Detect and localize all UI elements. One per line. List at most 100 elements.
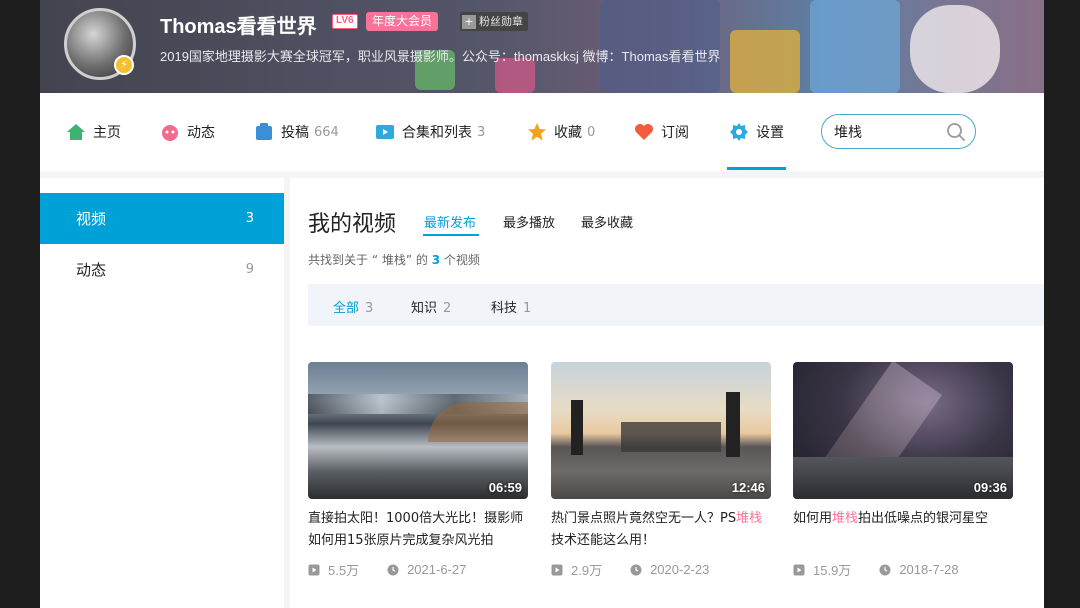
sidebar-item-video[interactable]: 视频 3: [40, 193, 284, 244]
tab-uploads[interactable]: 投稿 664: [254, 120, 339, 144]
lightning-icon: ⚡: [114, 55, 134, 75]
search-result-summary: 共找到关于 “ 堆栈” 的 3 个视频: [308, 251, 480, 268]
video-meta: 2.9万 2020-2-23: [551, 560, 771, 579]
tab-label: 主页: [93, 125, 121, 141]
tab-subscribe[interactable]: 订阅: [634, 120, 689, 144]
tab-collections[interactable]: 合集和列表 3: [375, 120, 485, 144]
filter-knowledge[interactable]: 知识 2: [411, 297, 451, 316]
tab-dynamic[interactable]: 动态: [160, 120, 215, 144]
favorite-icon: [528, 123, 546, 141]
subscribe-icon: [635, 124, 653, 140]
tab-count: 3: [477, 124, 486, 140]
result-count: 3: [431, 253, 441, 267]
clock-icon: [387, 564, 399, 575]
fan-medal-label: 粉丝勋章: [479, 15, 523, 28]
category-filter-bar: 全部 3 知识 2 科技 1: [308, 284, 1044, 326]
character-decoration: [810, 0, 900, 93]
tab-home[interactable]: 主页: [66, 120, 121, 144]
filter-count: 1: [523, 301, 532, 316]
plus-icon: +: [462, 14, 476, 29]
play-count-icon: [308, 564, 320, 575]
statue-silhouette: [726, 392, 740, 457]
video-card[interactable]: 09:36 如何用堆栈拍出低噪点的银河星空 15.9万 2018-7-28: [793, 362, 1013, 579]
fan-medal-badge[interactable]: + 粉丝勋章: [460, 12, 528, 31]
publish-date: 2018-7-28: [899, 562, 959, 577]
tab-count: 664: [314, 124, 339, 140]
profile-nav: 主页 动态 投稿 664 合集和列表 3 收藏 0 订阅 设置: [40, 93, 1044, 171]
video-card[interactable]: 06:59 直接拍太阳！1000倍大光比！摄影师如何用15张原片完成复杂风光拍 …: [308, 362, 528, 579]
video-duration: 09:36: [973, 480, 1007, 495]
statue-silhouette: [571, 400, 583, 455]
active-tab-indicator: [727, 167, 786, 170]
main-content: 我的视频 最新发布 最多播放 最多收藏 共找到关于 “ 堆栈” 的 3 个视频 …: [290, 178, 1044, 608]
sort-most-favorited[interactable]: 最多收藏: [581, 212, 633, 231]
play-count: 15.9万: [813, 563, 852, 578]
sort-latest[interactable]: 最新发布: [424, 212, 476, 231]
play-count: 2.9万: [571, 563, 603, 578]
sidebar-item-dynamic[interactable]: 动态 9: [40, 244, 284, 295]
video-title[interactable]: 如何用堆栈拍出低噪点的银河星空: [793, 508, 1013, 552]
result-prefix: 共找到关于 “ 堆栈” 的: [308, 253, 432, 267]
filter-label: 科技: [491, 301, 518, 316]
sidebar: 视频 3 动态 9: [40, 178, 284, 608]
dynamic-icon: [162, 125, 178, 141]
level-badge: LV6: [332, 14, 358, 29]
sort-most-played[interactable]: 最多播放: [503, 212, 555, 231]
filter-count: 3: [365, 301, 374, 316]
filter-label: 全部: [333, 301, 360, 316]
signature: 2019国家地理摄影大赛全球冠军，职业风景摄影师。公众号：thomaskksj …: [160, 49, 721, 64]
home-icon: [67, 124, 85, 140]
city-skyline: [621, 422, 721, 452]
video-meta: 5.5万 2021-6-27: [308, 560, 528, 579]
play-count-icon: [551, 564, 563, 575]
search-icon[interactable]: [946, 122, 966, 142]
title-highlight: 堆栈: [736, 511, 763, 526]
video-card[interactable]: 12:46 热门景点照片竟然空无一人？PS堆栈技术还能这么用！ 2.9万 202…: [551, 362, 771, 579]
tab-favorites[interactable]: 收藏 0: [527, 120, 595, 144]
title-text: 热门景点照片竟然空无一人？PS: [551, 511, 737, 526]
filter-tech[interactable]: 科技 1: [491, 297, 531, 316]
play-count-icon: [793, 564, 805, 575]
profile-page: ⚡ Thomas看看世界 LV6 年度大会员 + 粉丝勋章 2019国家地理摄影…: [40, 0, 1044, 608]
sidebar-item-label: 动态: [76, 261, 107, 279]
tab-label: 收藏: [554, 125, 582, 141]
filter-all[interactable]: 全部 3: [333, 297, 373, 316]
vip-badge[interactable]: 年度大会员: [366, 12, 439, 31]
title-text: 如何用: [793, 511, 833, 526]
upload-icon: [256, 123, 272, 140]
bunny-decoration: [910, 5, 1000, 93]
sidebar-item-count: 3: [245, 211, 254, 226]
page-title: 我的视频: [308, 212, 397, 237]
tab-label: 订阅: [661, 125, 689, 141]
profile-banner: ⚡ Thomas看看世界 LV6 年度大会员 + 粉丝勋章 2019国家地理摄影…: [40, 0, 1044, 93]
active-sort-indicator: [423, 234, 479, 236]
tab-label: 设置: [756, 125, 784, 141]
tab-settings[interactable]: 设置: [729, 120, 784, 144]
gift-box-decoration: [730, 30, 800, 93]
search-input[interactable]: [834, 122, 934, 142]
video-duration: 12:46: [731, 480, 765, 495]
video-thumbnail[interactable]: 12:46: [551, 362, 771, 499]
video-meta: 15.9万 2018-7-28: [793, 560, 1013, 579]
video-title[interactable]: 直接拍太阳！1000倍大光比！摄影师如何用15张原片完成复杂风光拍: [308, 508, 528, 552]
tab-label: 投稿: [281, 125, 309, 141]
title-text: 拍出低噪点的银河星空: [858, 511, 989, 526]
tab-label: 合集和列表: [402, 125, 472, 141]
video-title[interactable]: 热门景点照片竟然空无一人？PS堆栈技术还能这么用！: [551, 508, 771, 552]
video-thumbnail[interactable]: 09:36: [793, 362, 1013, 499]
title-text: 直接拍太阳！1000倍大光比！摄影师如何用15张原片完成复杂风光拍: [308, 511, 524, 548]
tab-count: 0: [587, 124, 596, 140]
search-box[interactable]: [821, 114, 976, 149]
filter-label: 知识: [411, 301, 438, 316]
play-count: 5.5万: [328, 563, 360, 578]
clock-icon: [879, 564, 891, 575]
username[interactable]: Thomas看看世界: [160, 10, 317, 39]
collection-icon: [376, 125, 394, 139]
settings-icon: [730, 123, 748, 141]
filter-count: 2: [443, 301, 452, 316]
video-thumbnail[interactable]: 06:59: [308, 362, 528, 499]
publish-date: 2020-2-23: [650, 562, 710, 577]
publish-date: 2021-6-27: [407, 562, 467, 577]
title-text: 技术还能这么用！: [551, 533, 656, 548]
sidebar-item-label: 视频: [76, 210, 107, 228]
